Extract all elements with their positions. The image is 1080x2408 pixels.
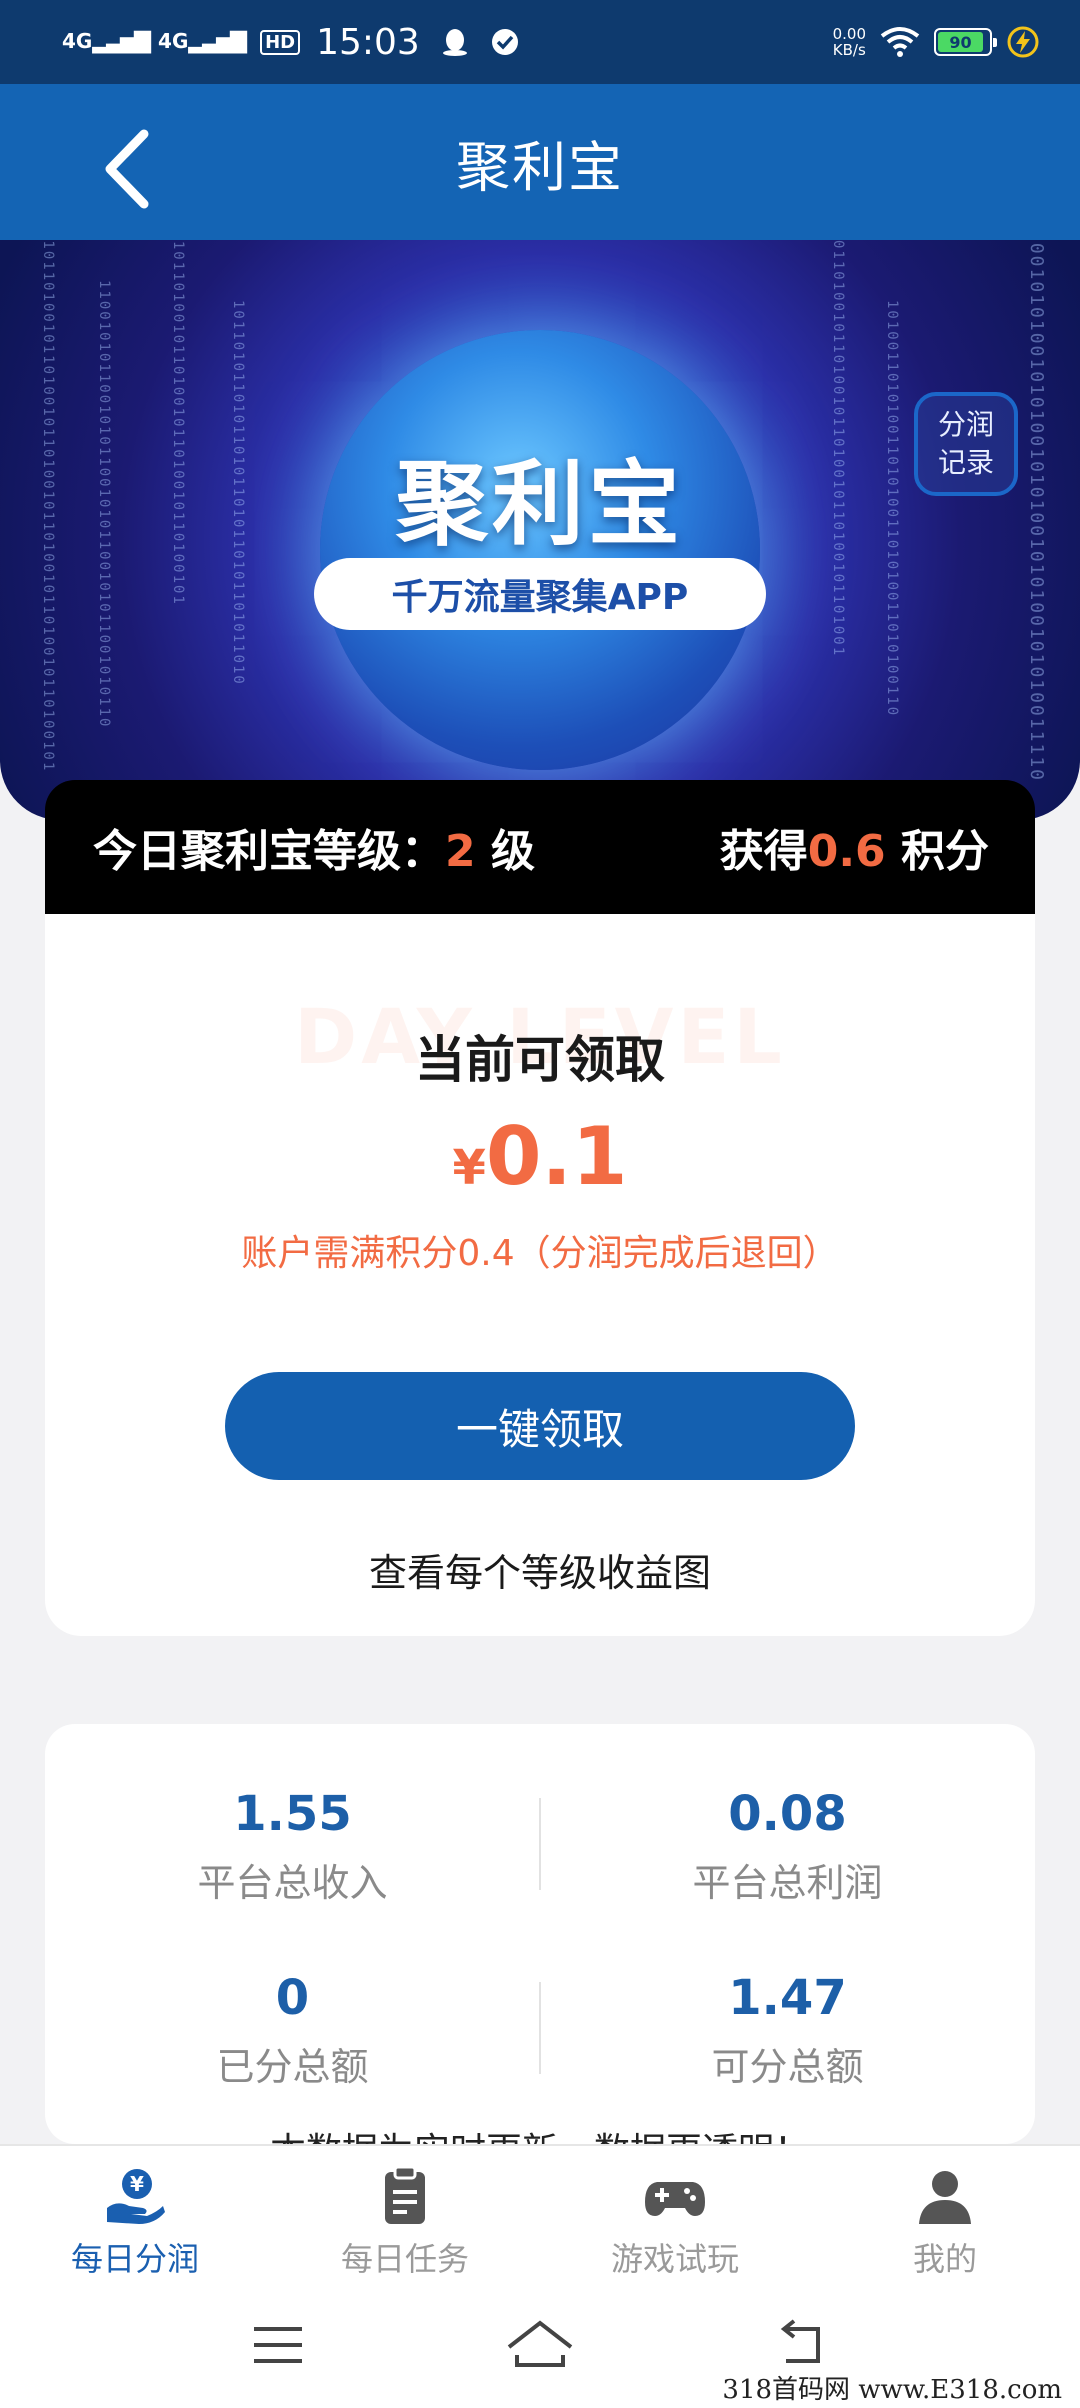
stat-total-profit: 0.08 平台总利润 xyxy=(692,1786,883,1905)
clock: 15:03 xyxy=(316,21,420,63)
level-earnings-chart-link[interactable]: 查看每个等级收益图 xyxy=(45,1542,1035,1597)
svg-text:¥: ¥ xyxy=(130,2172,144,2196)
claim-requirement-note: 账户需满积分0.4（分润完成后退回） xyxy=(241,1233,839,1274)
status-bar: 4G▂▃▅▇ 4G▂▃▅▇ HD 15:03 0.00 KB/s 90 xyxy=(0,0,1080,84)
claim-title: 当前可领取 xyxy=(415,1031,665,1089)
gamepad-icon xyxy=(645,2182,705,2216)
menu-icon[interactable] xyxy=(248,2315,308,2375)
profit-record-button[interactable]: 分润 记录 xyxy=(914,392,1018,496)
home-icon[interactable] xyxy=(505,2315,575,2375)
currency-symbol: ¥ xyxy=(452,1140,486,1196)
tab-profile[interactable]: 我的 xyxy=(810,2146,1080,2282)
daily-level: 今日聚利宝等级：2 级 xyxy=(93,826,535,877)
stat-total-income: 1.55 平台总收入 xyxy=(197,1786,388,1905)
app-header: 聚利宝 xyxy=(0,84,1080,240)
charging-icon xyxy=(1007,26,1039,58)
hero-banner: 0101101001011010010110100101101001011010… xyxy=(0,240,1080,820)
claim-button[interactable]: 一键领取 xyxy=(225,1372,855,1480)
hand-coin-icon: ¥ xyxy=(107,2169,165,2224)
back-nav-icon[interactable] xyxy=(772,2315,832,2375)
battery-icon: 90 xyxy=(934,28,997,56)
amount-value: 0.1 xyxy=(485,1110,628,1203)
hd-voice-icon: HD xyxy=(260,29,301,55)
level-value: 2 xyxy=(445,826,476,877)
banner-tagline: 千万流量聚集APP xyxy=(314,558,766,630)
qq-notification-icon xyxy=(442,29,467,56)
points-gained: 获得0.6 积分 xyxy=(719,826,989,877)
tab-daily-profit[interactable]: ¥ 每日分润 xyxy=(0,2146,270,2282)
back-arrow-icon[interactable] xyxy=(96,124,166,214)
claim-amount: ¥0.1 xyxy=(45,1110,1035,1203)
stats-realtime-note: 本数据为实时更新，数据更透明！ xyxy=(45,2122,1035,2144)
tab-game-trial[interactable]: 游戏试玩 xyxy=(540,2146,810,2282)
claim-card: DAY LEVEL 当前可领取 ¥0.1 账户需满积分0.4（分润完成后退回） … xyxy=(45,914,1035,1636)
check-badge-icon xyxy=(491,29,518,55)
stat-distributed-total: 0 已分总额 xyxy=(216,1970,369,2089)
user-icon xyxy=(919,2171,971,2224)
page-title: 聚利宝 xyxy=(456,135,624,199)
sim1-signal: 4G▂▃▅▇ xyxy=(62,29,151,54)
site-watermark: 318首码网 www.E318.com xyxy=(718,2369,1066,2406)
wifi-icon xyxy=(880,27,920,57)
daily-level-bar: 今日聚利宝等级：2 级 获得0.6 积分 xyxy=(45,780,1035,914)
network-speed: 0.00 KB/s xyxy=(832,25,866,59)
tab-daily-tasks[interactable]: 每日任务 xyxy=(270,2146,540,2282)
points-value: 0.6 xyxy=(807,826,886,877)
bottom-tab-bar: ¥ 每日分润 每日任务 游戏试玩 我的 xyxy=(0,2144,1080,2282)
stat-distributable-total: 1.47 可分总额 xyxy=(711,1970,864,2089)
platform-stats-card: 1.55 平台总收入 0.08 平台总利润 0 已分总额 1.47 可分总额 本… xyxy=(45,1724,1035,2144)
sim2-signal: 4G▂▃▅▇ xyxy=(158,29,247,54)
clipboard-icon xyxy=(385,2165,425,2224)
